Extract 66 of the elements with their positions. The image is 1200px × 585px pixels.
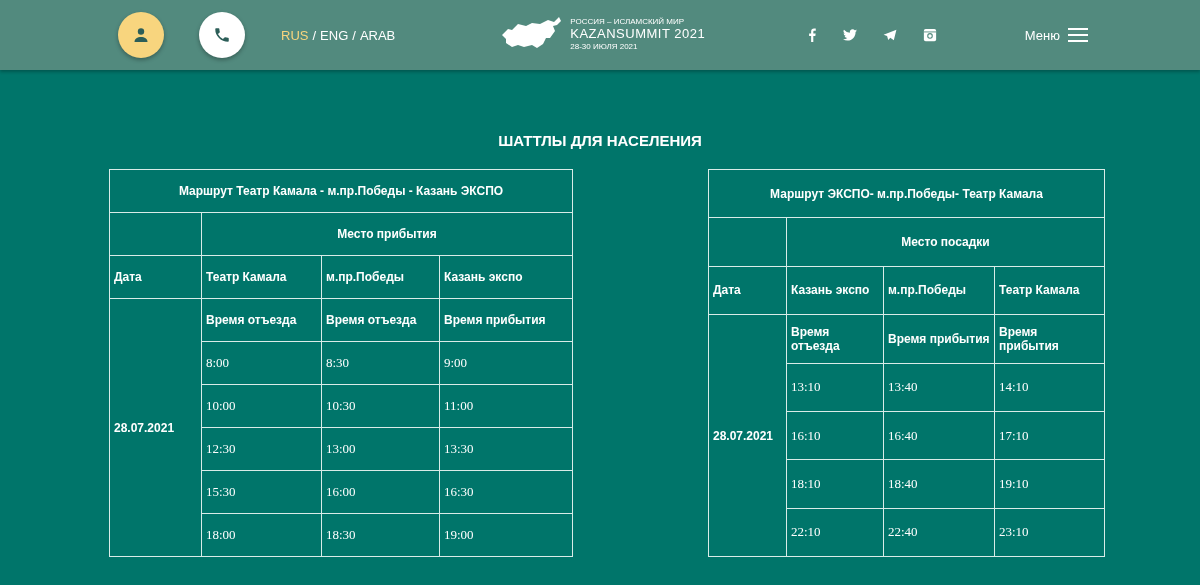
table-cell: 16:40 <box>883 411 995 460</box>
table-cell: 28.07.2021 <box>708 314 787 557</box>
logo-dates: 28-30 ИЮЛЯ 2021 <box>570 43 639 52</box>
table-header: Время отъезда <box>786 314 884 363</box>
table-cell: 22:10 <box>786 508 884 557</box>
language-link[interactable]: ENG <box>320 27 349 43</box>
table-cell: 9:00 <box>439 341 573 385</box>
table-header: Время прибытия <box>439 298 573 342</box>
table-cell: 23:10 <box>994 508 1105 557</box>
table-header: Театр Камала <box>994 266 1105 315</box>
menu-icon <box>1068 28 1088 42</box>
table-cell: 16:10 <box>786 411 884 460</box>
logo-title: KAZANSUMMIT 2021 <box>570 26 706 42</box>
table-cell: 13:30 <box>439 427 573 471</box>
table-header: Казань экспо <box>439 255 573 299</box>
person-icon <box>133 27 149 43</box>
table-header: Время отъезда <box>201 298 322 342</box>
table-cell: 11:00 <box>439 384 573 428</box>
table-header: Место прибытия <box>201 212 573 256</box>
table-header: Театр Камала <box>201 255 322 299</box>
table-cell: 8:30 <box>321 341 440 385</box>
table-header: Время отъезда <box>321 298 440 342</box>
logo-tagline: РОССИЯ – ИСЛАМСКИЙ МИР <box>570 18 686 27</box>
table-cell: 18:30 <box>321 513 440 557</box>
table-cell: 18:40 <box>883 459 995 509</box>
twitter-icon[interactable] <box>843 29 858 41</box>
phone-icon <box>213 26 231 44</box>
table-title: Маршрут ЭКСПО- м.пр.Победы- Театр Камала <box>708 169 1105 218</box>
menu-button[interactable]: Меню <box>1024 27 1088 43</box>
table-cell: 28.07.2021 <box>109 298 202 557</box>
table-cell: 15:30 <box>201 470 322 514</box>
table-header: Время прибытия <box>994 314 1105 363</box>
table-title: Маршрут Театр Камала - м.пр.Победы - Казань ЭКСПО <box>109 169 573 213</box>
language-link[interactable]: RUS <box>281 27 309 43</box>
table-cell: 10:30 <box>321 384 440 428</box>
table-cell: 13:00 <box>321 427 440 471</box>
table-cell: 10:00 <box>201 384 322 428</box>
table-cell: 8:00 <box>201 341 322 385</box>
table-cell: 19:10 <box>994 459 1105 509</box>
phone-button[interactable] <box>199 12 245 58</box>
table-cell: 16:00 <box>321 470 440 514</box>
table-header: Дата <box>708 266 787 315</box>
table-header: Казань экспо <box>786 266 884 315</box>
facebook-icon[interactable] <box>807 28 818 42</box>
table-cell: 18:00 <box>201 513 322 557</box>
table-cell: 18:10 <box>786 459 884 509</box>
page-title: ШАТТЛЫ ДЛЯ НАСЕЛЕНИЯ <box>497 132 703 149</box>
camera-icon[interactable] <box>923 28 938 42</box>
table-cell: 16:30 <box>439 470 573 514</box>
table-header: Время прибытия <box>883 314 995 363</box>
table-cell: 12:30 <box>201 427 322 471</box>
language-separator: / <box>352 27 356 43</box>
table-header: м.пр.Победы <box>883 266 995 315</box>
table-cell: 13:10 <box>786 363 884 412</box>
language-link[interactable]: ARAB <box>359 27 396 43</box>
table-cell: 13:40 <box>883 363 995 412</box>
table-header: м.пр.Победы <box>321 255 440 299</box>
language-separator: / <box>312 27 317 43</box>
table-cell: 19:00 <box>439 513 573 557</box>
table-cell: 22:40 <box>883 508 995 557</box>
account-button[interactable] <box>118 12 164 58</box>
table-header: Место посадки <box>786 217 1105 267</box>
table-cell: 17:10 <box>994 411 1105 460</box>
table-cell: 14:10 <box>994 363 1105 412</box>
paper-plane-icon[interactable] <box>883 29 898 41</box>
table-header: Дата <box>109 255 202 299</box>
